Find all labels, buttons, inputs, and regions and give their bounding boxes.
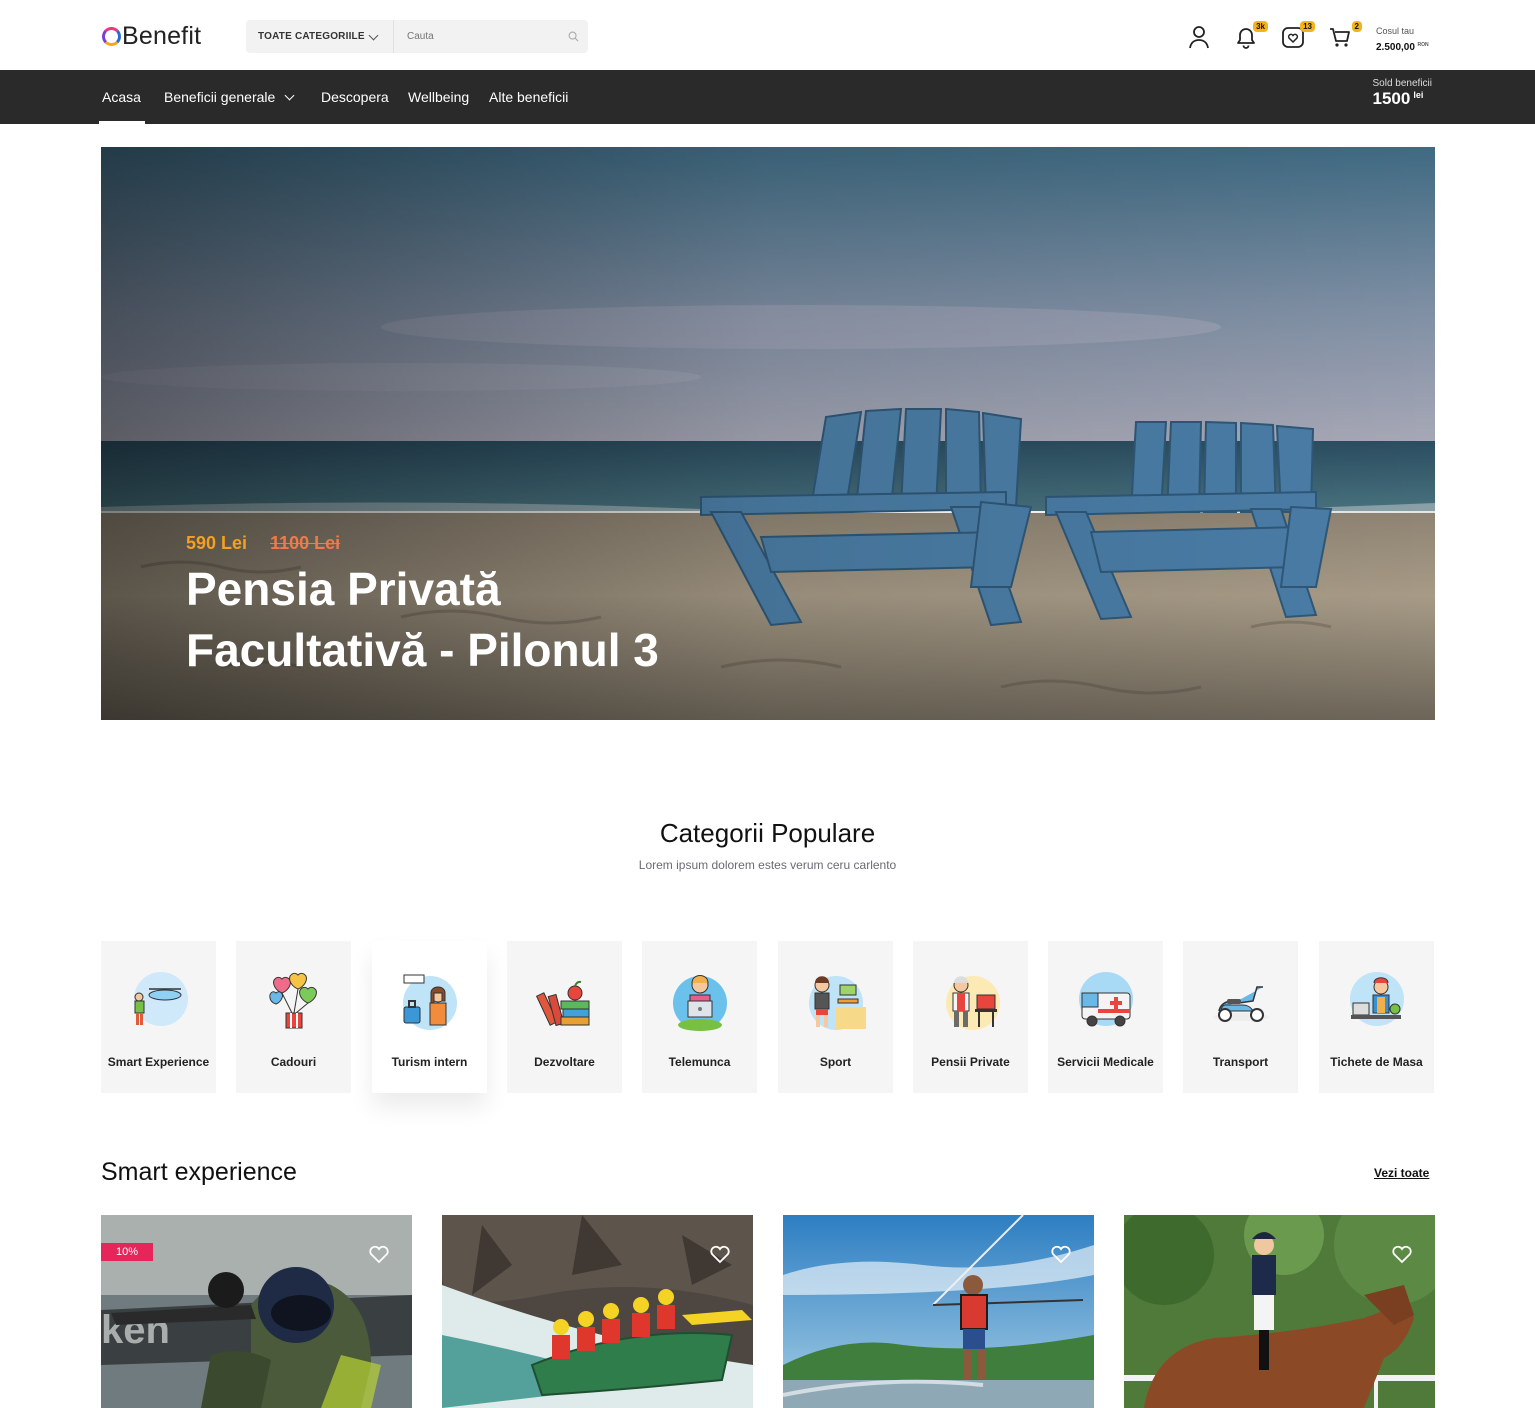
- category-select[interactable]: TOATE CATEGORIILE: [246, 20, 394, 53]
- category-label: Tichete de Masa: [1330, 1055, 1423, 1069]
- cart-icon[interactable]: 2: [1327, 21, 1362, 50]
- heart-icon[interactable]: [709, 1243, 731, 1265]
- balance-unit: lei: [1413, 89, 1424, 100]
- category-card-cadouri[interactable]: Cadouri: [236, 941, 351, 1093]
- product-card[interactable]: ken 10%: [101, 1215, 412, 1408]
- chevron-down-icon: [368, 30, 379, 41]
- category-label: Pensii Private: [931, 1055, 1010, 1069]
- hero-prices: 590 Lei 1100 Lei: [186, 533, 340, 554]
- discount-badge: 10%: [101, 1243, 154, 1261]
- category-label: Turism intern: [391, 1055, 468, 1069]
- category-card-pensii-private[interactable]: Pensii Private: [913, 941, 1028, 1093]
- heart-icon[interactable]: [1391, 1243, 1413, 1265]
- balance-label: Sold beneficii: [1372, 78, 1432, 89]
- favorites-icon[interactable]: 13: [1280, 21, 1315, 50]
- category-select-label: TOATE CATEGORIILE: [258, 31, 365, 42]
- category-card-smart-experience[interactable]: Smart Experience: [101, 941, 216, 1093]
- sport-icon: [809, 976, 866, 1030]
- category-label: Telemunca: [668, 1055, 731, 1069]
- category-label: Cadouri: [270, 1055, 317, 1069]
- user-icon[interactable]: [1186, 24, 1212, 50]
- cart-label: Cosul tau: [1376, 26, 1415, 36]
- category-card-tichete-de-masa[interactable]: Tichete de Masa: [1319, 941, 1434, 1093]
- cart-amount: 2.500,00: [1376, 42, 1415, 53]
- favorites-badge: 13: [1300, 21, 1315, 32]
- nav-item-label: Beneficii generale: [164, 89, 276, 105]
- category-label: Sport: [819, 1055, 852, 1069]
- wakeboard-photo: [783, 1215, 1094, 1408]
- nav-item-acasa[interactable]: Acasa: [99, 89, 145, 124]
- cashier-icon: [1350, 972, 1404, 1026]
- books-icon: [535, 980, 590, 1027]
- search-bar: TOATE CATEGORIILE: [246, 20, 588, 53]
- category-card-dezvoltare[interactable]: Dezvoltare: [507, 941, 622, 1093]
- main-nav: Acasa Beneficii generale Descopera Wellb…: [0, 70, 1535, 124]
- drone-icon: [134, 972, 188, 1026]
- ambulance-icon: [1079, 972, 1133, 1027]
- notification-bell-icon[interactable]: 3k: [1233, 21, 1268, 50]
- chevron-down-icon: [284, 90, 295, 101]
- notification-badge: 3k: [1253, 21, 1268, 32]
- remote-work-icon: [673, 975, 727, 1031]
- category-card-turism-intern[interactable]: Turism intern: [372, 941, 487, 1093]
- scooter-icon: [1213, 986, 1269, 1022]
- category-label: Servicii Medicale: [1057, 1055, 1154, 1069]
- product-card[interactable]: [783, 1215, 1094, 1408]
- categories-title: Categorii Populare: [659, 818, 876, 848]
- rafting-photo: [442, 1215, 753, 1408]
- nav-item-wellbeing[interactable]: Wellbeing: [408, 89, 469, 105]
- traveler-icon: [403, 974, 457, 1030]
- cart-badge: 2: [1351, 21, 1362, 32]
- product-card[interactable]: [442, 1215, 753, 1408]
- category-label: Transport: [1212, 1055, 1269, 1069]
- hero-banner[interactable]: 590 Lei 1100 Lei Pensia Privată Facultat…: [101, 147, 1435, 720]
- top-header: Benefit TOATE CATEGORIILE 3k 13 2 Cosul …: [0, 0, 1535, 70]
- nav-item-beneficii-generale[interactable]: Beneficii generale: [164, 89, 295, 105]
- category-card-sport[interactable]: Sport: [778, 941, 893, 1093]
- benefit-balance: Sold beneficii 1500 lei: [1373, 78, 1432, 109]
- category-card-servicii-medicale[interactable]: Servicii Medicale: [1048, 941, 1163, 1093]
- balance-value: 1500: [1372, 89, 1411, 108]
- heart-icon[interactable]: [1050, 1243, 1072, 1265]
- horse-riding-photo: [1124, 1215, 1435, 1408]
- retiree-icon: [946, 976, 1000, 1030]
- balloons-icon: [269, 972, 317, 1029]
- category-card-telemunca[interactable]: Telemunca: [642, 941, 757, 1093]
- categories-subtitle: Lorem ipsum dolorem estes verum ceru car…: [638, 858, 897, 872]
- hero-title: Pensia Privată Facultativă - Pilonul 3: [186, 563, 659, 676]
- category-card-transport[interactable]: Transport: [1183, 941, 1298, 1093]
- nav-item-descopera[interactable]: Descopera: [321, 89, 389, 105]
- logo-mark: [102, 27, 121, 46]
- header-actions: 3k 13 2: [1186, 21, 1374, 50]
- heart-icon[interactable]: [368, 1243, 390, 1265]
- cart-summary[interactable]: Cosul tau 2.500,00 RON: [1376, 24, 1429, 55]
- section-title-smart-experience: Smart experience: [101, 1158, 297, 1186]
- category-label: Smart Experience: [107, 1055, 210, 1069]
- cart-currency: RON: [1417, 42, 1429, 48]
- search-input[interactable]: [394, 20, 558, 53]
- product-card[interactable]: [1124, 1215, 1435, 1408]
- price-old: 1100 Lei: [270, 533, 341, 553]
- nav-item-alte-beneficii[interactable]: Alte beneficii: [489, 89, 568, 105]
- category-label: Dezvoltare: [534, 1055, 595, 1069]
- logo-text: Benefit: [122, 22, 202, 50]
- see-all-link[interactable]: Vezi toate: [1374, 1166, 1429, 1180]
- search-icon[interactable]: [558, 20, 588, 53]
- logo[interactable]: Benefit: [102, 22, 201, 51]
- price-new: 590 Lei: [186, 533, 248, 553]
